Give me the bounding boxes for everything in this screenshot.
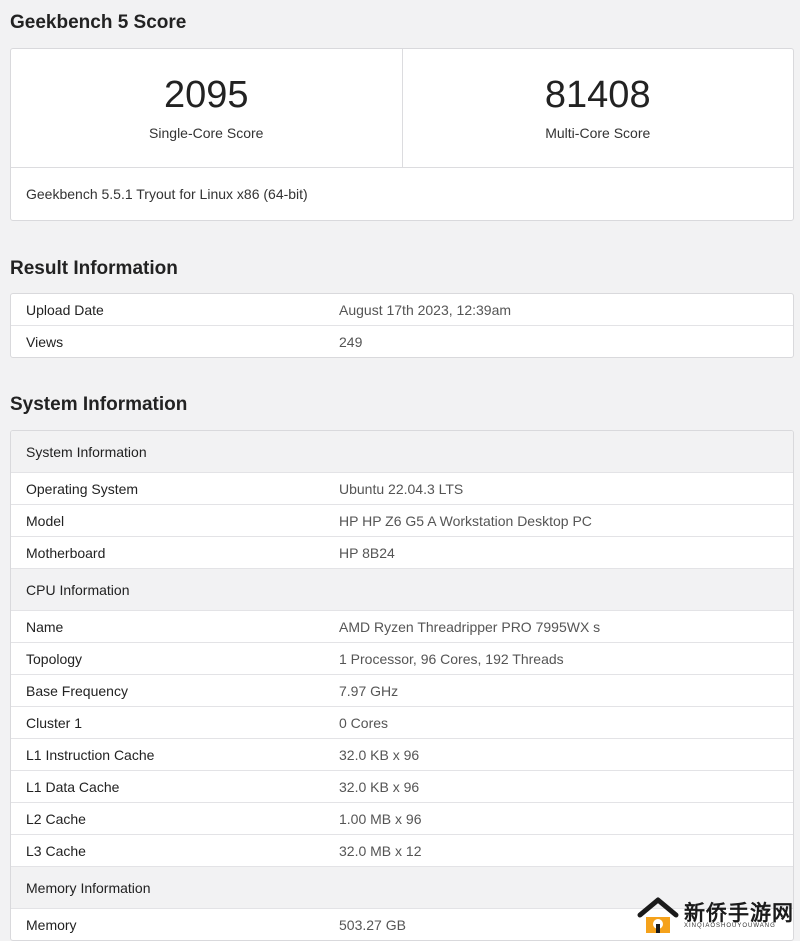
watermark: 新侨手游网 XINQIAOSHOUYOUWANG xyxy=(636,895,794,935)
row-value: 1.00 MB x 96 xyxy=(339,810,422,827)
row-value: HP 8B24 xyxy=(339,544,395,561)
system-section-title: System Information xyxy=(10,394,188,415)
row-key: Cluster 1 xyxy=(26,714,83,731)
score-row: 2095 Single-Core Score 81408 Multi-Core … xyxy=(11,49,793,168)
row-value: 32.0 KB x 96 xyxy=(339,778,420,795)
house-logo-icon xyxy=(637,897,679,933)
row-value: 249 xyxy=(339,333,363,350)
row-key: Name xyxy=(26,618,64,635)
row-key: L1 Data Cache xyxy=(26,778,120,795)
group-header-system: System Information xyxy=(11,431,793,472)
row-value: 32.0 KB x 96 xyxy=(339,746,420,763)
table-row: L3 Cache 32.0 MB x 12 xyxy=(11,834,793,866)
row-key: Views xyxy=(26,333,64,350)
score-section-title: Geekbench 5 Score xyxy=(10,12,187,33)
row-key: Operating System xyxy=(26,480,139,497)
table-row: Views 249 xyxy=(11,325,793,357)
row-value: 32.0 MB x 12 xyxy=(339,842,422,859)
row-key: Model xyxy=(26,512,65,529)
multi-core-label: Multi-Core Score xyxy=(545,125,651,141)
table-row: Motherboard HP 8B24 xyxy=(11,536,793,568)
table-row: L1 Instruction Cache 32.0 KB x 96 xyxy=(11,738,793,770)
result-info-table: Upload Date August 17th 2023, 12:39am Vi… xyxy=(10,293,794,358)
row-key: L2 Cache xyxy=(26,810,86,827)
row-value: August 17th 2023, 12:39am xyxy=(339,301,512,318)
table-row: Name AMD Ryzen Threadripper PRO 7995WX s xyxy=(11,610,793,642)
single-core-score: 2095 xyxy=(163,74,249,116)
row-key: Memory xyxy=(26,916,77,933)
row-key: L1 Instruction Cache xyxy=(26,746,155,763)
row-value: HP HP Z6 G5 A Workstation Desktop PC xyxy=(339,512,592,529)
table-row: Model HP HP Z6 G5 A Workstation Desktop … xyxy=(11,504,793,536)
row-key: Topology xyxy=(26,650,83,667)
benchmark-version: Geekbench 5.5.1 Tryout for Linux x86 (64… xyxy=(26,186,308,202)
row-value: 1 Processor, 96 Cores, 192 Threads xyxy=(339,650,564,667)
table-row: L1 Data Cache 32.0 KB x 96 xyxy=(11,770,793,802)
system-info-table: System Information Operating System Ubun… xyxy=(10,430,794,941)
table-row: Topology 1 Processor, 96 Cores, 192 Thre… xyxy=(11,642,793,674)
table-row: Base Frequency 7.97 GHz xyxy=(11,674,793,706)
single-core-cell: 2095 Single-Core Score xyxy=(11,49,402,167)
group-header-cpu: CPU Information xyxy=(11,568,793,610)
row-key: Base Frequency xyxy=(26,682,128,699)
watermark-subtext: XINQIAOSHOUYOUWANG xyxy=(684,923,776,929)
multi-core-score: 81408 xyxy=(544,74,651,116)
multi-core-cell: 81408 Multi-Core Score xyxy=(401,49,794,167)
table-row: Operating System Ubuntu 22.04.3 LTS xyxy=(11,472,793,504)
table-row: Cluster 1 0 Cores xyxy=(11,706,793,738)
row-value: 503.27 GB xyxy=(339,916,406,933)
row-value: Ubuntu 22.04.3 LTS xyxy=(339,480,464,497)
score-card: 2095 Single-Core Score 81408 Multi-Core … xyxy=(10,48,794,221)
single-core-label: Single-Core Score xyxy=(149,125,264,141)
row-value: 7.97 GHz xyxy=(339,682,399,699)
table-row: L2 Cache 1.00 MB x 96 xyxy=(11,802,793,834)
table-row: Upload Date August 17th 2023, 12:39am xyxy=(11,294,793,325)
row-key: Motherboard xyxy=(26,544,106,561)
row-key: Upload Date xyxy=(26,301,104,318)
row-value: AMD Ryzen Threadripper PRO 7995WX s xyxy=(339,618,601,635)
result-section-title: Result Information xyxy=(10,258,178,279)
row-value: 0 Cores xyxy=(339,714,389,731)
row-key: L3 Cache xyxy=(26,842,86,859)
